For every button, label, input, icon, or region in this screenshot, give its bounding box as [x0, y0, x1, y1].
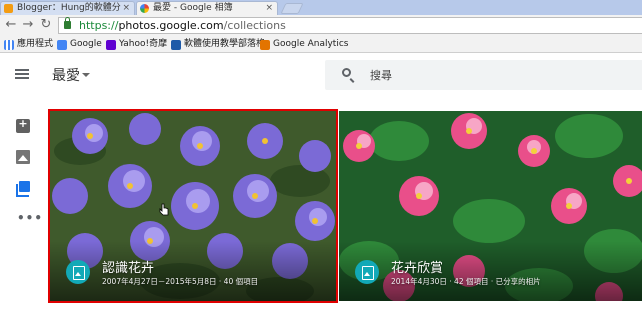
- albums-icon[interactable]: [16, 181, 30, 197]
- url-text: https://photos.google.com/collections: [79, 19, 286, 33]
- bookmark-yahoo[interactable]: Yahoo!奇摩: [106, 38, 167, 51]
- photos-icon[interactable]: [16, 150, 30, 164]
- chevron-down-icon[interactable]: [82, 73, 90, 77]
- analytics-icon: [260, 40, 270, 50]
- tab-title: Blogger：Hung的軟體分: [17, 3, 121, 13]
- bookmark-label: Yahoo!奇摩: [119, 39, 168, 49]
- close-icon[interactable]: ×: [265, 2, 273, 15]
- search-input[interactable]: [370, 66, 620, 84]
- browser-tab-strip: Blogger：Hung的軟體分 × 最愛 - Google 相簿 ×: [0, 0, 642, 15]
- bookmark-label: Google: [70, 39, 102, 49]
- card-gradient: [50, 241, 336, 301]
- tab-blogger[interactable]: Blogger：Hung的軟體分 ×: [0, 1, 135, 15]
- album-card-begonia[interactable]: 花卉欣賞 2014年4月30日 · 42 個項目 · 已分享的相片: [339, 111, 642, 301]
- lock-icon: [64, 17, 71, 29]
- album-icon: [355, 260, 379, 284]
- menu-icon[interactable]: [15, 69, 29, 79]
- album-card-viola[interactable]: 認識花卉 2007年4月27日－2015年5月8日 · 40 個項目: [48, 109, 338, 303]
- close-icon[interactable]: ×: [122, 2, 130, 15]
- album-icon: [66, 260, 90, 284]
- tab-google-photos[interactable]: 最愛 - Google 相簿 ×: [136, 1, 278, 15]
- yahoo-y-icon: [106, 40, 116, 50]
- album-meta: 2007年4月27日－2015年5月8日 · 40 個項目: [102, 277, 259, 286]
- url-protocol: https://: [79, 19, 119, 32]
- bookmark-blog[interactable]: 軟體使用教學部落格: [171, 38, 265, 51]
- search-icon[interactable]: [342, 68, 351, 77]
- blogger-b-icon: [171, 40, 181, 50]
- hand-cursor-icon: [159, 203, 169, 216]
- bookmark-label: 軟體使用教學部落格: [184, 39, 266, 49]
- album-title: 認識花卉: [102, 261, 155, 276]
- tab-title: 最愛 - Google 相簿: [153, 3, 233, 13]
- more-icon[interactable]: •••: [17, 211, 42, 225]
- google-g-icon: [57, 40, 67, 50]
- google-photos-favicon-icon: [140, 4, 149, 13]
- bookmark-label: Google Analytics: [273, 39, 349, 49]
- reload-icon[interactable]: ↻: [38, 17, 54, 33]
- bookmark-label: 應用程式: [17, 39, 54, 49]
- forward-arrow-icon[interactable]: →: [20, 17, 36, 33]
- album-title: 花卉欣賞: [391, 261, 444, 276]
- page-title[interactable]: 最愛: [52, 65, 80, 85]
- bookmarks-bar: 應用程式 Google Yahoo!奇摩 軟體使用教學部落格 Google An…: [0, 36, 642, 53]
- bookmark-apps[interactable]: 應用程式: [4, 38, 53, 51]
- new-tab-button[interactable]: [280, 3, 304, 14]
- back-arrow-icon[interactable]: ←: [3, 17, 19, 33]
- url-path: /collections: [223, 19, 286, 32]
- assistant-icon[interactable]: [16, 117, 30, 133]
- card-gradient: [339, 241, 642, 301]
- album-meta: 2014年4月30日 · 42 個項目 · 已分享的相片: [391, 277, 541, 286]
- blogger-favicon-icon: [4, 4, 13, 13]
- browser-toolbar: ← → ↻ https://photos.google.com/collecti…: [0, 15, 642, 36]
- apps-grid-icon: [4, 40, 14, 50]
- url-host: photos.google.com: [118, 19, 224, 32]
- bookmark-google[interactable]: Google: [57, 38, 102, 51]
- search-bar[interactable]: [325, 60, 642, 90]
- bookmark-analytics[interactable]: Google Analytics: [260, 38, 348, 51]
- address-bar[interactable]: https://photos.google.com/collections: [58, 17, 642, 34]
- app-header: 最愛: [0, 54, 642, 96]
